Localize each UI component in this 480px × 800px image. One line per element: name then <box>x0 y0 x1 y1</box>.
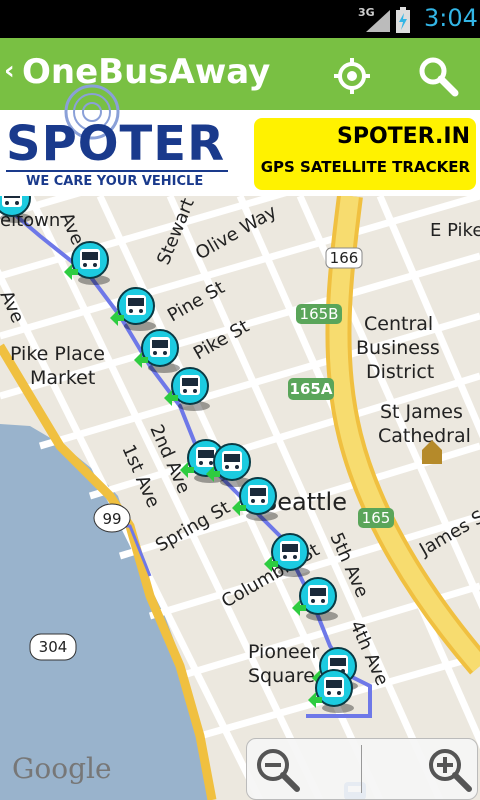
shield-165b: 165B <box>300 305 339 323</box>
place-pike-place: Pike Place <box>10 343 105 365</box>
signal-icon <box>366 10 390 32</box>
place-market: Market <box>30 367 95 389</box>
ad-cta-box[interactable]: SPOTER.IN GPS SATELLITE TRACKER <box>254 118 476 190</box>
ad-headline: SPOTER.IN <box>336 124 470 149</box>
ad-tagline: WE CARE YOUR VEHICLE <box>26 174 204 189</box>
search-icon[interactable] <box>416 54 460 98</box>
clock: 3:04 <box>424 4 478 32</box>
crosshair-icon[interactable] <box>332 56 372 96</box>
bus-stop-marker[interactable] <box>164 367 210 411</box>
zoom-controls <box>246 738 478 800</box>
place-business: Business <box>356 337 440 359</box>
bus-stop-marker[interactable] <box>264 533 310 577</box>
status-bar: 3G 3:04 <box>0 0 480 38</box>
battery-icon <box>396 7 410 33</box>
shield-165a: 165A <box>290 380 333 398</box>
zoom-divider <box>361 745 362 793</box>
shield-304: 304 <box>39 638 68 656</box>
place-pioneer: Pioneer <box>248 641 319 663</box>
place-cathedral: Cathedral <box>378 425 471 447</box>
zoom-in-icon[interactable] <box>423 743 475 795</box>
shield-165: 165 <box>362 509 391 527</box>
shield-99: 99 <box>102 510 121 528</box>
map-canvas[interactable]: 166 165B 165A 165 99 304 Olive Way Stewa… <box>0 196 480 800</box>
google-attribution: Google <box>12 752 112 785</box>
ad-divider <box>6 170 228 172</box>
street-e-pike: E Pike <box>430 220 480 241</box>
place-central: Central <box>364 313 433 335</box>
bus-stop-marker[interactable] <box>64 241 110 285</box>
shield-166: 166 <box>330 249 359 267</box>
zoom-out-icon[interactable] <box>251 743 303 795</box>
place-district: District <box>366 361 434 383</box>
back-icon[interactable]: ‹ <box>4 56 15 86</box>
place-square: Square <box>248 665 315 687</box>
place-st-james: St James <box>380 401 463 423</box>
bus-stop-marker[interactable] <box>292 577 338 621</box>
ad-brand: SPOTER <box>6 116 226 172</box>
ad-subline: GPS SATELLITE TRACKER <box>260 158 470 176</box>
advertisement-banner[interactable]: SPOTER WE CARE YOUR VEHICLE SPOTER.IN GP… <box>0 84 480 196</box>
map-view[interactable]: 166 165B 165A 165 99 304 Olive Way Stewa… <box>0 196 480 800</box>
